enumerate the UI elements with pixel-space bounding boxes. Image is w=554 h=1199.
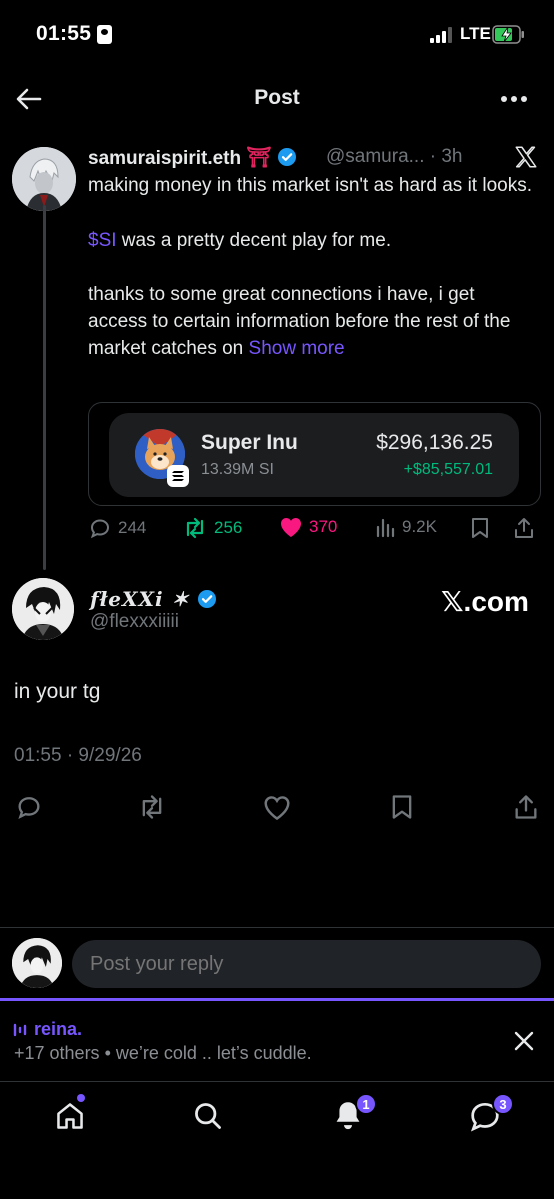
- my-avatar[interactable]: [12, 938, 62, 988]
- main-post-actions: [0, 790, 554, 824]
- show-more-link[interactable]: Show more: [249, 338, 345, 359]
- token-card-inner[interactable]: Super Inu 13.39M SI $296,136.25 +$85,557…: [109, 413, 519, 497]
- more-dots-icon: [501, 96, 527, 102]
- post-text-line: making money in this market isn't as har…: [88, 175, 532, 196]
- avatar-illustration: [12, 578, 74, 640]
- page-title: Post: [254, 86, 300, 109]
- author-name[interactable]: samuraispirit.eth ⛩: [88, 145, 297, 170]
- repost-button[interactable]: [135, 792, 169, 822]
- clock: 01:55: [36, 22, 92, 45]
- token-change: +$85,557.01: [403, 461, 493, 478]
- home-icon: [57, 1103, 83, 1129]
- bookmark-button[interactable]: [388, 792, 416, 822]
- new-posts-dot: [77, 1094, 85, 1102]
- close-icon: [514, 1031, 534, 1051]
- x-com-watermark: 𝕏.com: [441, 586, 529, 617]
- token-price: $296,136.25: [376, 431, 493, 454]
- like-button[interactable]: 370: [279, 516, 337, 538]
- status-bar: 01:55 LTE: [0, 0, 554, 70]
- heart-outline-icon: [264, 795, 290, 820]
- avatar-illustration: [12, 147, 76, 211]
- post-text-line: $SI was a pretty decent play for me.: [88, 230, 392, 251]
- share-button[interactable]: [511, 792, 541, 822]
- signal-icon: [430, 27, 454, 43]
- reply-button[interactable]: [14, 792, 44, 822]
- like-count: 370: [309, 517, 338, 536]
- repost-button[interactable]: 256: [182, 516, 242, 540]
- share-icon: [515, 795, 537, 819]
- views-count: 9.2K: [402, 517, 437, 536]
- thread-connector: [43, 205, 46, 570]
- contact-card-icon: [97, 25, 112, 44]
- tab-home[interactable]: [52, 1098, 88, 1134]
- audio-wave-icon: [13, 1023, 27, 1036]
- post-text-line: thanks to some great connections i have,…: [88, 284, 511, 359]
- messages-badge: 3: [492, 1093, 514, 1115]
- reply-icon: [18, 797, 40, 819]
- battery-charging-icon: [492, 25, 524, 44]
- avatar-illustration: [12, 938, 62, 988]
- tab-search[interactable]: [190, 1098, 226, 1134]
- close-space-button[interactable]: [510, 1027, 538, 1055]
- reply-composer: [0, 928, 554, 998]
- reply-icon: [90, 519, 110, 539]
- avatar[interactable]: [12, 578, 74, 640]
- x-logo-icon: [512, 143, 540, 171]
- bottom-tab-bar: 1 3: [0, 1082, 554, 1199]
- live-space-banner[interactable]: reina. +17 others • we’re cold .. let’s …: [0, 1001, 554, 1081]
- author-handle-time[interactable]: @samura... · 3h: [326, 146, 463, 168]
- space-title: reina.: [13, 1019, 82, 1040]
- space-subtitle: +17 others • we’re cold .. let’s cuddle.: [14, 1043, 312, 1063]
- avatar[interactable]: [12, 147, 76, 211]
- post-timestamp[interactable]: 01:55 · 9/29/26: [14, 745, 142, 767]
- verified-badge-icon: [278, 148, 297, 166]
- like-button[interactable]: [261, 792, 293, 822]
- post-body: making money in this market isn't as har…: [88, 172, 538, 362]
- share-icon: [515, 518, 533, 538]
- verified-badge-icon: [198, 590, 217, 608]
- network-label: LTE: [460, 24, 491, 43]
- post-text: in your tg: [14, 680, 101, 703]
- views-button[interactable]: 9.2K: [376, 516, 437, 538]
- repost-count: 256: [214, 518, 243, 537]
- search-icon: [195, 1103, 221, 1129]
- reply-count: 244: [118, 518, 147, 537]
- share-button[interactable]: [513, 516, 535, 540]
- reply-input[interactable]: [72, 940, 541, 988]
- post-actions: 244 256 370 9.2K: [88, 516, 538, 544]
- cashtag-link[interactable]: $SI: [88, 230, 117, 251]
- bookmark-icon: [472, 518, 488, 538]
- token-name: Super Inu: [201, 431, 298, 454]
- token-card[interactable]: Super Inu 13.39M SI $296,136.25 +$85,557…: [88, 402, 541, 506]
- author-handle[interactable]: @flexxxiiiii: [90, 611, 179, 633]
- chain-logo-icon: [167, 465, 189, 487]
- notifications-badge: 1: [355, 1093, 377, 1115]
- reply-button[interactable]: 244: [88, 516, 146, 540]
- bookmark-icon: [392, 795, 412, 819]
- torii-gate-emoji: ⛩: [246, 147, 272, 169]
- more-options-button[interactable]: [496, 84, 532, 114]
- token-supply: 13.39M SI: [201, 461, 274, 478]
- top-bar: Post: [0, 70, 554, 130]
- repost-icon: [142, 795, 162, 819]
- bookmark-button[interactable]: [470, 516, 490, 540]
- views-bar-icon: [376, 518, 395, 538]
- repost-icon: [186, 517, 204, 539]
- space-host: reina.: [34, 1019, 83, 1039]
- heart-filled-icon: [281, 518, 301, 537]
- author-name[interactable]: fłeXXi ✶: [90, 587, 217, 611]
